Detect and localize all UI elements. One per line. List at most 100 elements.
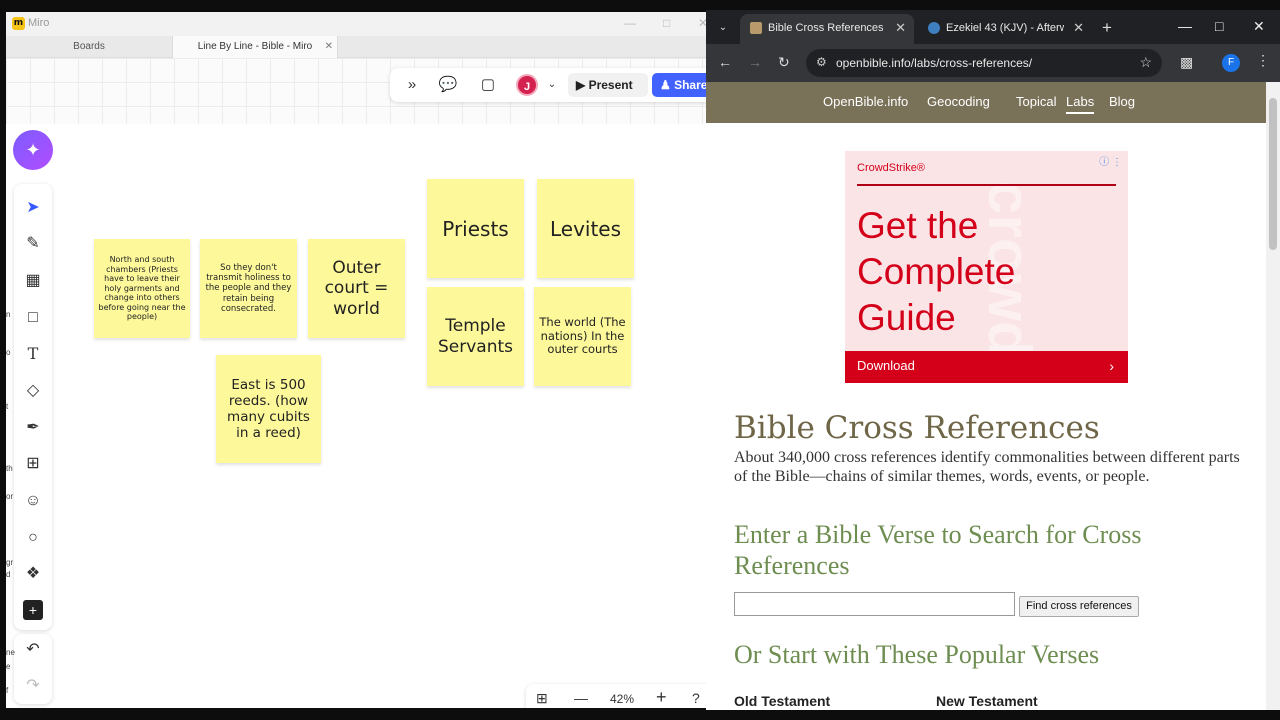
tab-title: Bible Cross References	[768, 22, 884, 34]
maximize-icon[interactable]: □	[1215, 18, 1223, 34]
ad-divider	[857, 184, 1116, 186]
extensions-icon[interactable]: ▩	[1180, 54, 1193, 71]
sticky-note[interactable]: So they don't transmit holiness to the p…	[200, 239, 297, 338]
shapes-icon[interactable]: ◇	[23, 381, 43, 401]
add-more-icon[interactable]: +	[23, 600, 43, 620]
find-cross-references-button[interactable]: Find cross references	[1019, 596, 1139, 617]
desktop: m Miro — □ ✕ Boards Line By Line - Bible…	[0, 0, 1280, 720]
offscreen-text-fragment: or	[6, 492, 14, 501]
frame-icon[interactable]: ⊞	[23, 454, 43, 474]
chat-icon[interactable]: 💬	[438, 75, 458, 95]
frame-layout-icon[interactable]: ▦	[23, 271, 43, 291]
tab-boards[interactable]: Boards	[6, 36, 172, 58]
nav-link-labs[interactable]: Labs	[1066, 94, 1095, 114]
video-icon[interactable]: ▢	[478, 75, 498, 95]
site-settings-icon[interactable]: ⚙	[816, 55, 827, 69]
zoom-in-icon[interactable]: +	[656, 687, 667, 708]
ai-sparkle-button[interactable]: ✦	[13, 130, 53, 170]
ad-brand: CrowdStrike®	[857, 162, 926, 174]
present-button[interactable]: ▶ Present	[568, 73, 648, 97]
pen-icon[interactable]: ✒	[23, 418, 43, 438]
sticky-note[interactable]: East is 500 reeds. (how many cubits in a…	[216, 355, 321, 463]
board-topbar: » 💬 ▢ J ⌄ ▶ Present ♟ Share	[390, 68, 706, 102]
sticky-note-icon[interactable]: □	[23, 308, 43, 328]
avatar[interactable]: J	[516, 74, 538, 96]
page-title: Bible Cross References	[734, 410, 1100, 446]
close-window-icon[interactable]: ✕	[1253, 18, 1265, 35]
nav-link-geocoding[interactable]: Geocoding	[927, 94, 990, 109]
browser-toolbar: ← → ↻ ⚙ openbible.info/labs/cross-refere…	[706, 44, 1280, 82]
ad-headline: Get the Complete Guide	[857, 205, 1016, 338]
reload-icon[interactable]: ↻	[778, 54, 790, 71]
sticky-note[interactable]: Priests	[427, 179, 524, 278]
tab-ezekiel-43[interactable]: Ezekiel 43 (KJV) - Afterwar ✕	[918, 14, 1092, 44]
verse-search-input[interactable]	[734, 592, 1015, 616]
close-icon[interactable]: ✕	[698, 16, 706, 30]
present-label: Present	[588, 78, 633, 92]
sticky-note[interactable]: Levites	[537, 179, 634, 278]
apps-icon[interactable]: ❖	[23, 564, 43, 584]
close-tab-icon[interactable]: ✕	[1073, 14, 1084, 42]
miro-logo-icon: m	[12, 17, 25, 30]
share-label: Share	[674, 78, 706, 92]
select-cursor-icon[interactable]: ➤	[23, 198, 43, 218]
kebab-menu-icon[interactable]: ⋮	[1256, 52, 1270, 69]
miro-app-title: Miro	[28, 17, 50, 29]
close-tab-icon[interactable]: ✕	[895, 14, 906, 42]
nav-link-openbible[interactable]: OpenBible.info	[823, 94, 908, 109]
tab-search-icon[interactable]: ⌄	[714, 19, 732, 37]
scrollbar-thumb[interactable]	[1269, 98, 1277, 250]
sticky-note[interactable]: Outer court = world	[308, 239, 405, 338]
ad-cta-label: Download	[857, 358, 915, 373]
zoom-level[interactable]: 42%	[610, 692, 634, 706]
sticky-note[interactable]: North and south chambers (Priests have t…	[94, 239, 190, 338]
left-toolbar: ➤ ✎ ▦ □ T ◇ ✒ ⊞ ☺ ○ ❖ +	[14, 184, 52, 630]
back-icon[interactable]: ←	[718, 54, 732, 70]
chevron-down-icon[interactable]: ⌄	[542, 75, 562, 95]
fit-frame-icon[interactable]: ⊞	[536, 690, 548, 707]
collapse-icon[interactable]: »	[402, 75, 422, 95]
offscreen-text-fragment: n	[6, 310, 11, 319]
templates-icon[interactable]: ✎	[23, 234, 43, 254]
zoom-out-icon[interactable]: —	[574, 690, 588, 706]
miro-tabbar: Boards Line By Line - Bible - Miro ✕	[6, 36, 706, 58]
new-tab-icon[interactable]: +	[1102, 18, 1112, 38]
address-bar[interactable]: ⚙ openbible.info/labs/cross-references/ …	[806, 49, 1162, 77]
minimize-icon[interactable]: —	[624, 16, 636, 30]
emoji-sticker-icon[interactable]: ☺	[23, 491, 43, 511]
advertisement[interactable]: crowdst ⓘ ⋮ CrowdStrike® Get the Complet…	[845, 151, 1128, 383]
nav-link-blog[interactable]: Blog	[1109, 94, 1135, 109]
tab-bible-cross-references[interactable]: Bible Cross References ✕	[740, 14, 914, 44]
url-text[interactable]: openbible.info/labs/cross-references/	[836, 56, 1032, 70]
tab-label: Line By Line - Bible - Miro	[197, 41, 313, 52]
sticky-note[interactable]: The world (The nations) In the outer cou…	[534, 287, 631, 386]
close-tab-icon[interactable]: ✕	[325, 36, 333, 58]
redo-icon[interactable]: ↷	[23, 676, 43, 696]
maximize-icon[interactable]: □	[663, 16, 670, 30]
undo-redo-bar: ↶ ↷	[14, 634, 52, 704]
tab-title: Ezekiel 43 (KJV) - Afterwar	[946, 22, 1064, 34]
web-page: OpenBible.info Geocoding Topical Labs Bl…	[706, 82, 1280, 710]
profile-avatar[interactable]: F	[1222, 54, 1240, 72]
search-heading: Enter a Bible Verse to Search for Cross …	[734, 520, 1142, 580]
ad-info-icon[interactable]: ⓘ ⋮	[1099, 153, 1122, 168]
tab-line-by-line[interactable]: Line By Line - Bible - Miro ✕	[172, 36, 338, 58]
offscreen-text-fragment: ne	[6, 648, 15, 657]
ad-download-button[interactable]: Download ›	[845, 351, 1128, 383]
site-nav: OpenBible.info Geocoding Topical Labs Bl…	[706, 82, 1266, 123]
popular-verses-heading: Or Start with These Popular Verses	[734, 640, 1100, 669]
undo-icon[interactable]: ↶	[23, 640, 43, 660]
nav-link-topical[interactable]: Topical	[1016, 94, 1056, 109]
text-tool-icon[interactable]: T	[23, 344, 43, 364]
comment-icon[interactable]: ○	[23, 528, 43, 548]
minimize-icon[interactable]: —	[1178, 18, 1192, 34]
chevron-right-icon: ›	[1109, 358, 1114, 374]
page-scrollbar[interactable]	[1266, 82, 1280, 710]
tab-label: Boards	[73, 41, 105, 52]
sticky-note[interactable]: Temple Servants	[427, 287, 524, 386]
share-button[interactable]: ♟ Share	[652, 73, 706, 97]
forward-icon[interactable]: →	[748, 54, 762, 70]
offscreen-text-fragment: e	[6, 662, 11, 671]
help-icon[interactable]: ?	[692, 690, 700, 706]
bookmark-star-icon[interactable]: ☆	[1139, 54, 1152, 71]
